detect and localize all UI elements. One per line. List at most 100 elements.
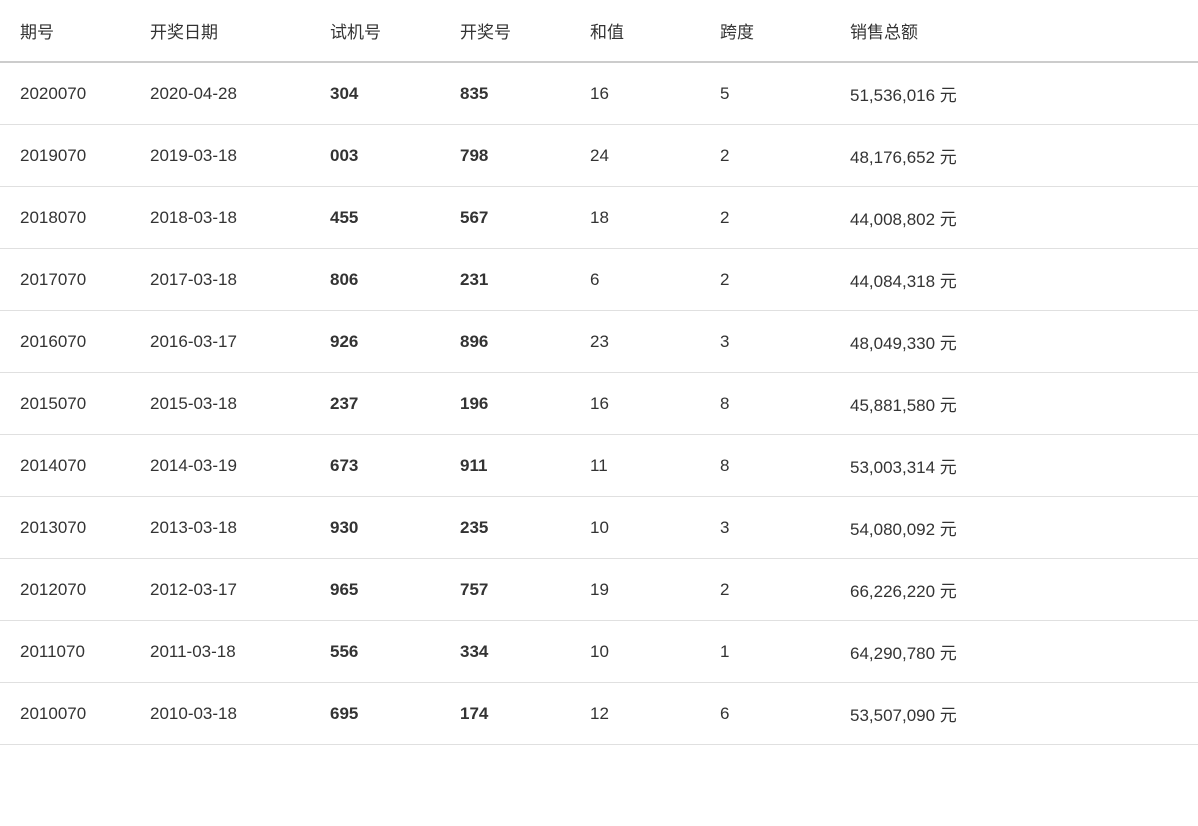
header-kuadu: 跨度 <box>700 0 830 62</box>
cell-sales: 44,008,802 元 <box>830 187 1198 249</box>
cell-qihao: 2019070 <box>0 125 130 187</box>
cell-sales: 51,536,016 元 <box>830 62 1198 125</box>
cell-shiji: 304 <box>310 62 440 125</box>
cell-sales: 54,080,092 元 <box>830 497 1198 559</box>
header-date: 开奖日期 <box>130 0 310 62</box>
cell-date: 2013-03-18 <box>130 497 310 559</box>
cell-kuadu: 2 <box>700 187 830 249</box>
cell-qihao: 2020070 <box>0 62 130 125</box>
table-row: 20170702017-03-188062316244,084,318 元 <box>0 249 1198 311</box>
cell-kaijang: 757 <box>440 559 570 621</box>
cell-qihao: 2018070 <box>0 187 130 249</box>
table-row: 20150702015-03-1823719616845,881,580 元 <box>0 373 1198 435</box>
table-row: 20100702010-03-1869517412653,507,090 元 <box>0 683 1198 745</box>
cell-sales: 66,226,220 元 <box>830 559 1198 621</box>
cell-hezhi: 12 <box>570 683 700 745</box>
table-header: 期号 开奖日期 试机号 开奖号 和值 跨度 销售总额 <box>0 0 1198 62</box>
cell-shiji: 673 <box>310 435 440 497</box>
cell-qihao: 2012070 <box>0 559 130 621</box>
header-kaijang: 开奖号 <box>440 0 570 62</box>
table-row: 20130702013-03-1893023510354,080,092 元 <box>0 497 1198 559</box>
cell-sales: 53,003,314 元 <box>830 435 1198 497</box>
cell-qihao: 2016070 <box>0 311 130 373</box>
cell-kuadu: 6 <box>700 683 830 745</box>
cell-hezhi: 10 <box>570 621 700 683</box>
cell-kuadu: 3 <box>700 497 830 559</box>
cell-hezhi: 18 <box>570 187 700 249</box>
cell-qihao: 2011070 <box>0 621 130 683</box>
cell-sales: 64,290,780 元 <box>830 621 1198 683</box>
cell-shiji: 237 <box>310 373 440 435</box>
cell-sales: 44,084,318 元 <box>830 249 1198 311</box>
cell-hezhi: 19 <box>570 559 700 621</box>
header-qihao: 期号 <box>0 0 130 62</box>
cell-date: 2017-03-18 <box>130 249 310 311</box>
cell-hezhi: 24 <box>570 125 700 187</box>
cell-kuadu: 2 <box>700 125 830 187</box>
table-row: 20140702014-03-1967391111853,003,314 元 <box>0 435 1198 497</box>
cell-kaijang: 911 <box>440 435 570 497</box>
cell-shiji: 003 <box>310 125 440 187</box>
cell-kuadu: 2 <box>700 249 830 311</box>
table-row: 20190702019-03-1800379824248,176,652 元 <box>0 125 1198 187</box>
cell-date: 2012-03-17 <box>130 559 310 621</box>
cell-shiji: 695 <box>310 683 440 745</box>
cell-hezhi: 11 <box>570 435 700 497</box>
cell-date: 2016-03-17 <box>130 311 310 373</box>
cell-date: 2015-03-18 <box>130 373 310 435</box>
cell-shiji: 930 <box>310 497 440 559</box>
cell-shiji: 806 <box>310 249 440 311</box>
cell-hezhi: 16 <box>570 373 700 435</box>
cell-sales: 53,507,090 元 <box>830 683 1198 745</box>
header-hezhi: 和值 <box>570 0 700 62</box>
cell-kaijang: 235 <box>440 497 570 559</box>
table-row: 20200702020-04-2830483516551,536,016 元 <box>0 62 1198 125</box>
cell-date: 2014-03-19 <box>130 435 310 497</box>
cell-kaijang: 196 <box>440 373 570 435</box>
header-shiji: 试机号 <box>310 0 440 62</box>
cell-kaijang: 798 <box>440 125 570 187</box>
cell-sales: 48,049,330 元 <box>830 311 1198 373</box>
cell-qihao: 2015070 <box>0 373 130 435</box>
cell-hezhi: 23 <box>570 311 700 373</box>
cell-shiji: 455 <box>310 187 440 249</box>
cell-shiji: 926 <box>310 311 440 373</box>
lottery-table: 期号 开奖日期 试机号 开奖号 和值 跨度 销售总额 20200702020-0… <box>0 0 1198 745</box>
cell-hezhi: 10 <box>570 497 700 559</box>
header-sales: 销售总额 <box>830 0 1198 62</box>
header-row: 期号 开奖日期 试机号 开奖号 和值 跨度 销售总额 <box>0 0 1198 62</box>
cell-date: 2010-03-18 <box>130 683 310 745</box>
cell-hezhi: 6 <box>570 249 700 311</box>
cell-kuadu: 1 <box>700 621 830 683</box>
cell-sales: 45,881,580 元 <box>830 373 1198 435</box>
cell-sales: 48,176,652 元 <box>830 125 1198 187</box>
cell-kuadu: 5 <box>700 62 830 125</box>
table-row: 20160702016-03-1792689623348,049,330 元 <box>0 311 1198 373</box>
cell-date: 2020-04-28 <box>130 62 310 125</box>
table-row: 20120702012-03-1796575719266,226,220 元 <box>0 559 1198 621</box>
cell-kaijang: 174 <box>440 683 570 745</box>
cell-date: 2019-03-18 <box>130 125 310 187</box>
cell-kuadu: 2 <box>700 559 830 621</box>
cell-shiji: 965 <box>310 559 440 621</box>
table-body: 20200702020-04-2830483516551,536,016 元20… <box>0 62 1198 745</box>
cell-kaijang: 334 <box>440 621 570 683</box>
cell-qihao: 2014070 <box>0 435 130 497</box>
cell-hezhi: 16 <box>570 62 700 125</box>
cell-qihao: 2013070 <box>0 497 130 559</box>
cell-kaijang: 567 <box>440 187 570 249</box>
cell-qihao: 2017070 <box>0 249 130 311</box>
cell-qihao: 2010070 <box>0 683 130 745</box>
table-row: 20180702018-03-1845556718244,008,802 元 <box>0 187 1198 249</box>
cell-kuadu: 8 <box>700 373 830 435</box>
cell-shiji: 556 <box>310 621 440 683</box>
cell-kuadu: 3 <box>700 311 830 373</box>
lottery-table-container: 期号 开奖日期 试机号 开奖号 和值 跨度 销售总额 20200702020-0… <box>0 0 1198 745</box>
cell-kuadu: 8 <box>700 435 830 497</box>
table-row: 20110702011-03-1855633410164,290,780 元 <box>0 621 1198 683</box>
cell-date: 2011-03-18 <box>130 621 310 683</box>
cell-kaijang: 896 <box>440 311 570 373</box>
cell-date: 2018-03-18 <box>130 187 310 249</box>
cell-kaijang: 835 <box>440 62 570 125</box>
cell-kaijang: 231 <box>440 249 570 311</box>
